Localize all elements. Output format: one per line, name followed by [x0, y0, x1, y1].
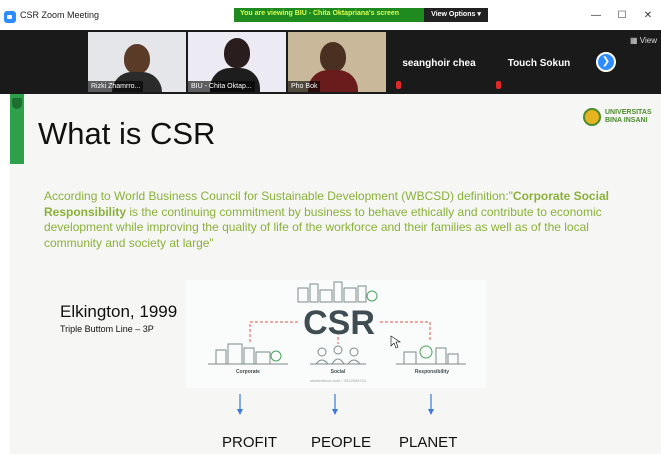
participant-name-label: Rizki Zhamrro...	[88, 81, 144, 92]
participant-name-tile[interactable]: seanghoir chea	[390, 32, 488, 92]
elkington-title: Elkington, 1999	[60, 302, 178, 321]
participant-video-tile[interactable]: Pho Bok	[288, 32, 386, 92]
participant-avatar	[224, 38, 250, 68]
view-options-button[interactable]: View Options ▾	[424, 8, 488, 22]
corporate-building-icon	[208, 343, 288, 365]
maximize-button[interactable]: ☐	[614, 9, 630, 23]
participant-avatar	[320, 42, 346, 72]
shield-icon	[12, 98, 22, 109]
participant-video-tile[interactable]: Rizki Zhamrro...	[88, 32, 186, 92]
participant-video-tile[interactable]: BIU - Chita Oktap...	[188, 32, 286, 92]
arrow-down-icon	[332, 394, 338, 415]
outcome-people: PEOPLE	[311, 434, 372, 451]
participant-name-tile[interactable]: Touch Sokun	[490, 32, 588, 92]
participant-name-label: Pho Bok	[288, 81, 321, 92]
screen-share-text: You are viewing BIU - Chita Oktapriana's…	[240, 10, 400, 17]
graphic-credit: shutterstock.com • 1512839741	[310, 378, 367, 383]
social-people-icon	[310, 345, 366, 365]
slide-title: What is CSR	[38, 116, 216, 151]
elkington-subtitle: Triple Buttom Line – 3P	[60, 324, 154, 334]
city-skyline-icon	[297, 281, 378, 303]
csr-illustration: CSR Corporate Social Responsibility shut…	[186, 280, 486, 388]
zoom-app-icon	[4, 11, 16, 23]
shared-screen-slide: What is CSR UNIVERSITAS BINA INSANI Acco…	[10, 94, 661, 454]
graphic-label-social: Social	[331, 369, 346, 375]
mouse-cursor-icon	[390, 335, 401, 349]
graphic-label-responsibility: Responsibility	[415, 369, 449, 375]
next-participants-button[interactable]: ❯	[596, 52, 616, 72]
participant-name-label: BIU - Chita Oktap...	[188, 81, 255, 92]
university-emblem-icon	[583, 108, 601, 126]
csr-graphic-title: CSR	[303, 304, 375, 342]
participant-name: seanghoir chea	[402, 58, 476, 69]
window-titlebar: CSR Zoom Meeting You are viewing BIU - C…	[0, 0, 661, 34]
minimize-button[interactable]: —	[588, 9, 604, 23]
university-logo: UNIVERSITAS BINA INSANI	[583, 106, 659, 130]
muted-mic-icon	[496, 81, 501, 89]
arrow-down-icon	[428, 394, 434, 415]
close-button[interactable]: ✕	[640, 9, 656, 23]
window-title: CSR Zoom Meeting	[20, 10, 100, 20]
university-logo-text: UNIVERSITAS BINA INSANI	[605, 109, 652, 124]
outcome-planet: PLANET	[399, 434, 458, 451]
screen-share-banner: You are viewing BIU - Chita Oktapriana's…	[234, 8, 488, 22]
csr-definition: According to World Business Council for …	[44, 189, 609, 250]
arrow-down-icon	[237, 394, 243, 415]
view-layout-button[interactable]: ▦ View	[630, 36, 657, 45]
participant-video-strip: Rizki Zhamrro... BIU - Chita Oktap... Ph…	[0, 30, 661, 94]
outcome-profit: PROFIT	[222, 434, 277, 451]
participant-avatar	[124, 44, 150, 74]
muted-mic-icon	[396, 81, 401, 89]
graphic-label-corporate: Corporate	[236, 369, 260, 375]
participant-name: Touch Sokun	[507, 58, 571, 69]
responsibility-nature-icon	[396, 345, 466, 365]
